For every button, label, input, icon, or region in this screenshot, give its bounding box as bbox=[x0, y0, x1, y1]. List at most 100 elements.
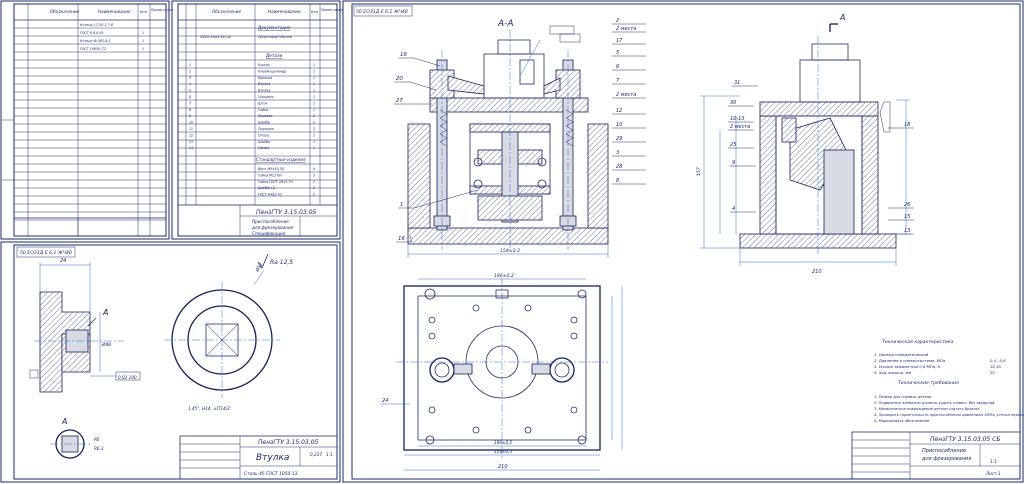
engineering-drawing: Обозначение Наименование Кол. Приме-чани… bbox=[0, 0, 1024, 483]
spec2-row-pos: 10 bbox=[189, 121, 193, 125]
tech-char-row: 4. Ход поршня, мм bbox=[874, 370, 911, 375]
assembly-title-name-2: для фрезерования bbox=[921, 456, 971, 462]
spec1-header-note: Приме-чание bbox=[151, 8, 173, 12]
spec1-row-qty: 1 bbox=[142, 31, 144, 35]
tech-char-row: 1. Привод пневматический bbox=[874, 352, 929, 357]
chamfer-2: R6,3 bbox=[94, 446, 104, 451]
leader-side-left-label: 31 bbox=[734, 80, 740, 86]
dim-plan-top: 186±0,2 bbox=[494, 273, 514, 279]
spec2-row-qty: 2 bbox=[313, 114, 315, 118]
spec1-row-qty: 1 bbox=[142, 39, 144, 43]
spec2-row-name: Палец bbox=[258, 146, 270, 150]
part-title-name: Втулка bbox=[256, 453, 289, 463]
section-a-title: A bbox=[61, 417, 67, 426]
part-material: Сталь 45 ГОСТ 1050-13 bbox=[244, 471, 298, 477]
leader-right-label: 2 места bbox=[616, 26, 636, 32]
arrow-label-a: A bbox=[839, 13, 845, 22]
spec-sheet-2: Обозначение Наименование Кол. Приме-чани… bbox=[171, 0, 343, 240]
dim-height: 157 bbox=[696, 167, 702, 176]
section-title-aa: А-А bbox=[497, 19, 514, 29]
spec2-std-qty: 2 bbox=[313, 186, 315, 190]
leader-side-right-label: 18 bbox=[904, 122, 910, 128]
spec2-header-designation: Обозначение bbox=[212, 9, 241, 14]
spec2-row-pos: 6 bbox=[189, 95, 191, 99]
leader-right-label: 7 bbox=[616, 78, 620, 84]
spec2-row-pos: 3 bbox=[189, 76, 191, 80]
assembly-title-scale: 1:1 bbox=[990, 459, 997, 465]
spec2-std-name: Шайба 12 bbox=[258, 186, 275, 190]
main-section-view: 154±0,3 bbox=[407, 25, 609, 258]
tolerance-frame: 0,02 100 bbox=[118, 375, 137, 380]
leader-right-label: 29 bbox=[616, 136, 622, 142]
assembly-title-block: ПензГТУ 3.15.03.05 СБ Приспособление для… bbox=[851, 431, 1021, 480]
leader-left-label: 16 bbox=[398, 236, 405, 242]
spec2-std-name: ГОСТ 6402-70 bbox=[258, 193, 282, 197]
part-mass: 0,237 bbox=[310, 452, 322, 457]
spec2-std-name: Гайка ГОСТ 5915-70 bbox=[258, 180, 293, 184]
spec1-header-designation: Обозначение bbox=[50, 9, 79, 14]
spec2-row-name: Пневмоцилиндр bbox=[258, 69, 286, 73]
spec2-row-pos: 1 bbox=[189, 63, 191, 67]
leader-side-left-label: 4 bbox=[732, 206, 735, 212]
leader-left-label: 1 bbox=[400, 202, 403, 208]
leader-right-label: 3 bbox=[616, 150, 619, 156]
bushing-section-view: 24 Ø40 A 0,02 100 bbox=[29, 258, 141, 393]
part-corner-code: 50 ЕОЗ1Д Е 6,1 ЖЧ40 bbox=[20, 250, 72, 256]
leader-side-left-label: 30 bbox=[730, 100, 736, 106]
spec2-row-qty: 1 bbox=[313, 76, 315, 80]
spec2-std-qty: 2 bbox=[313, 193, 315, 197]
leader-side-left-label: 2 места bbox=[730, 124, 750, 130]
note-angle: 1.45°, H14, ±IT14/2 bbox=[188, 406, 230, 411]
spec2-std-name: Гайка M12-6H bbox=[258, 173, 282, 177]
spec2-title-doctype: Спецификация bbox=[252, 231, 286, 236]
leader-left-label: 27 bbox=[396, 98, 403, 104]
spec2-row-qty: 1 bbox=[313, 63, 315, 67]
leader-side-right-label: 15 bbox=[904, 214, 910, 220]
plan-view: 186±0,2 186±0,2 154±0,3 210 24 bbox=[380, 273, 623, 471]
spec2-title-name-1: Приспособление bbox=[252, 219, 289, 224]
spec2-row-name: Гайка bbox=[258, 108, 268, 112]
dim-24-label: 24 bbox=[60, 258, 66, 264]
spec2-std-qty: 2 bbox=[313, 173, 315, 177]
spec2-row-pos: 14 bbox=[189, 146, 193, 150]
spec2-row-name: Пружина bbox=[258, 127, 274, 131]
section-a-view: A R6 R6,3 bbox=[50, 417, 104, 459]
spec2-header-note: Приме-чание bbox=[321, 8, 343, 12]
leader-right-label: 2 места bbox=[616, 92, 636, 98]
spec2-row-pos: 12 bbox=[189, 133, 193, 137]
leaders-right: 2 2 места 17 5 6 7 2 места 12 10 29 3 28 8 bbox=[612, 18, 646, 185]
spec2-row-pos: 7 bbox=[189, 101, 191, 105]
assembly-title-sheet: Лист 1 bbox=[985, 471, 1001, 476]
spec2-row-name: Втулка bbox=[258, 89, 270, 93]
leader-left-label: 19 bbox=[400, 52, 407, 58]
spec2-row-name: Шток bbox=[258, 101, 267, 105]
spec2-row-qty: 1 bbox=[313, 82, 315, 86]
dim-side-width: 210 bbox=[812, 269, 822, 275]
chamfer-1: R6 bbox=[94, 437, 100, 442]
spec1-row-name: ГОСТ 16650-72 bbox=[80, 47, 106, 51]
tech-req-title: Технические требования bbox=[898, 380, 959, 386]
spec-sheet-1: Обозначение Наименование Кол. Приме-чани… bbox=[0, 0, 173, 240]
spec2-row-name: Прихват bbox=[258, 114, 273, 118]
spec2-std-qty: 4 bbox=[313, 167, 315, 171]
dim-plan-bottom: 154±0,3 bbox=[494, 449, 512, 454]
tech-req-row: 1. Размер для справок детали. bbox=[874, 395, 933, 399]
tech-char-row: 2. Давление в пневмосистеме, МПа bbox=[874, 358, 946, 363]
spec2-doc-name: Сборочный чертеж bbox=[258, 35, 293, 39]
spec2-header-qty: Кол. bbox=[311, 10, 319, 14]
side-section-view: A 210 157 bbox=[696, 13, 910, 275]
assembly-title-name-1: Приспособление bbox=[922, 448, 966, 454]
bushing-front-view: Ø52 1.45°, H14, ±IT14/2 bbox=[164, 261, 280, 411]
leader-right-label: 5 bbox=[616, 50, 619, 56]
spec1-row-name: Кольцо 17-20-2.7-8 bbox=[80, 23, 113, 27]
spec2-section-details: Детали bbox=[265, 53, 283, 58]
spec2-row-name: Шайба bbox=[258, 121, 270, 125]
leaders-side-right: 18 26 15 13 bbox=[888, 122, 914, 235]
tech-req-row: 4. Проверить герметичность приспособлени… bbox=[874, 413, 1024, 417]
spec2-section-standard: Стандартные изделия bbox=[256, 157, 306, 162]
spec1-row-name: ГОСТ 9.6-8-61 bbox=[80, 31, 104, 35]
spec2-row-qty: 1 bbox=[313, 101, 315, 105]
tech-req-row: 3. Механическое повреждение детали счита… bbox=[874, 407, 980, 411]
spec2-row-name: Втулка bbox=[258, 82, 270, 86]
tech-char-row: 3. Усилие зажима при 0,6 МПа, Н bbox=[874, 364, 940, 369]
